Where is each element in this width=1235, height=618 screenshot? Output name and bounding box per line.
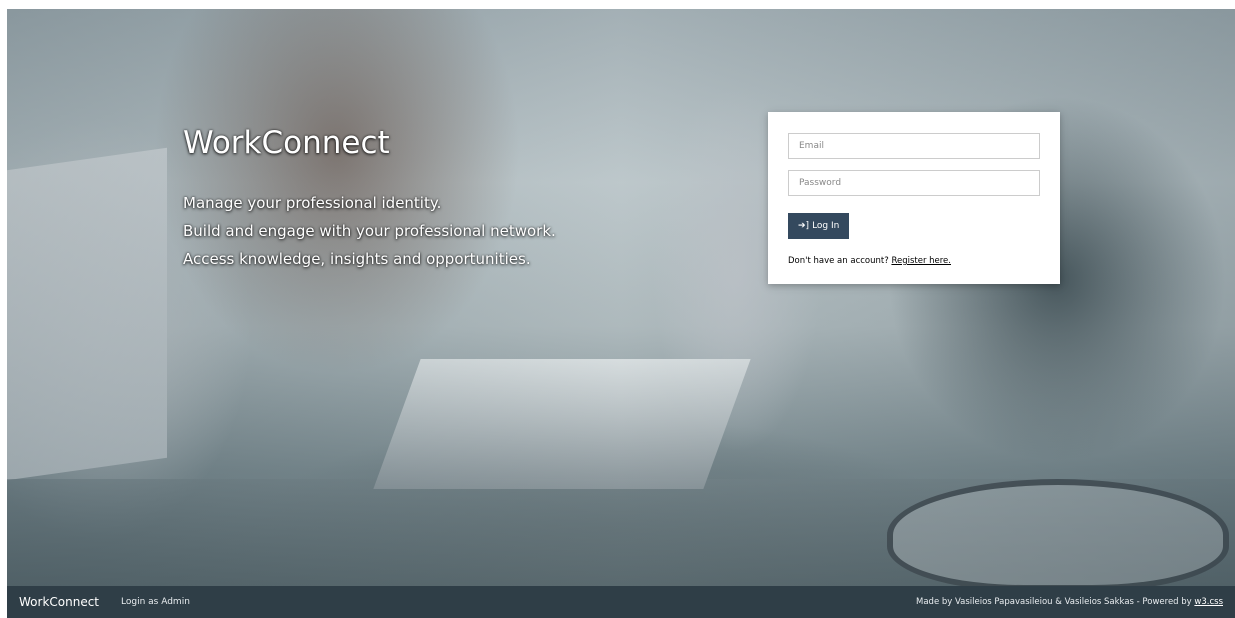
login-button[interactable]: ➔] Log In [788,213,850,239]
hero-title: WorkConnect [183,125,390,161]
email-input[interactable] [788,133,1040,159]
footer-credits-text: Made by Vasileios Papavasileiou & Vasile… [916,597,1192,607]
footer-brand-link[interactable]: WorkConnect [19,595,99,609]
login-button-label: Log In [812,221,840,231]
admin-login-link[interactable]: Login as Admin [121,597,190,607]
footer-bar: WorkConnect Login as Admin Made by Vasil… [7,586,1235,618]
tagline-knowledge: Access knowledge, insights and opportuni… [183,250,531,268]
register-link[interactable]: Register here. [891,256,951,266]
footer-credits: Made by Vasileios Papavasileiou & Vasile… [916,597,1223,607]
page: WorkConnect Manage your professional ide… [0,0,1235,618]
hero-text: WorkConnect Manage your professional ide… [183,123,556,273]
hero-background [7,9,1235,586]
w3css-link[interactable]: w3.css [1194,597,1223,607]
register-prompt: Don't have an account? [788,256,889,266]
sign-in-icon: ➔] [798,221,810,231]
tagline-network: Build and engage with your professional … [183,222,556,240]
register-line: Don't have an account? Register here. [788,256,1040,266]
password-input[interactable] [788,170,1040,196]
tagline-identity: Manage your professional identity. [183,194,442,212]
hero-overlay [7,9,1235,586]
login-card: ➔] Log In Don't have an account? Registe… [768,112,1060,284]
